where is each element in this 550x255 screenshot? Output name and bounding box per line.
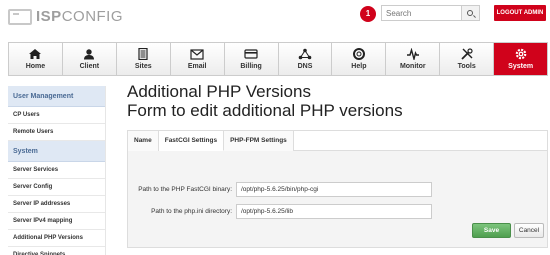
logo-text: ISPCONFIG [36, 8, 123, 25]
tools-icon [459, 48, 475, 60]
nav-label-help: Help [351, 63, 367, 70]
logo-icon [8, 8, 32, 25]
nav-label-monitor: Monitor [399, 63, 426, 70]
form-row-fastcgi-binary: Path to the PHP FastCGI binary: /opt/php… [128, 181, 547, 197]
nav-label-client: Client [79, 63, 100, 70]
gear-icon [513, 48, 529, 60]
user-icon [81, 48, 97, 60]
billing-icon [243, 48, 259, 60]
nav-label-sites: Sites [134, 63, 152, 70]
fastcgi-binary-field[interactable]: /opt/php-5.6.25/bin/php-cgi [236, 181, 432, 197]
nav-label-home: Home [25, 63, 46, 70]
sidebar-item-server-ip-addresses[interactable]: Server IP addresses [8, 196, 105, 213]
nav-item-email[interactable]: Email [170, 43, 225, 75]
logout-button[interactable]: LOGOUT ADMIN [494, 5, 546, 21]
nav-item-monitor[interactable]: Monitor [386, 43, 441, 75]
nav-item-home[interactable]: Home [9, 43, 63, 75]
notification-badge[interactable]: 1 [360, 6, 376, 22]
monitor-icon [405, 48, 421, 60]
email-icon [189, 48, 205, 60]
save-button[interactable]: Save [472, 223, 511, 238]
sidebar-heading-user-management: User Management [8, 86, 105, 107]
search-input[interactable] [381, 5, 462, 21]
cancel-button[interactable]: Cancel [514, 223, 544, 238]
main-nav: Home Client Sites Email Billing DNS Help… [8, 42, 548, 76]
sidebar-item-cp-users[interactable]: CP Users [8, 107, 105, 124]
nav-item-help[interactable]: Help [332, 43, 387, 75]
nav-item-tools[interactable]: Tools [440, 43, 495, 75]
search-icon [467, 10, 473, 16]
dns-icon [297, 48, 313, 60]
logo-text-bold: ISP [36, 8, 62, 25]
nav-label-dns: DNS [297, 63, 313, 70]
home-icon [27, 48, 43, 60]
nav-label-system: System [508, 63, 534, 70]
sidebar: User Management CP Users Remote Users Sy… [8, 86, 106, 255]
phpini-directory-label: Path to the php.ini directory: [151, 207, 232, 215]
page-subtitle: Form to edit additional PHP versions [127, 101, 403, 120]
tab-php-fpm-settings[interactable]: PHP-FPM Settings [224, 131, 294, 151]
phpini-directory-field[interactable]: /opt/php-5.6.25/lib [236, 203, 432, 219]
nav-label-billing: Billing [240, 63, 262, 70]
logo-text-thin: CONFIG [61, 8, 124, 25]
sidebar-item-server-config[interactable]: Server Config [8, 179, 105, 196]
tab-name[interactable]: Name [128, 131, 159, 151]
nav-item-billing[interactable]: Billing [224, 43, 279, 75]
nav-label-tools: Tools [457, 63, 476, 70]
fastcgi-binary-label: Path to the PHP FastCGI binary: [138, 185, 232, 193]
form-row-phpini-directory: Path to the php.ini directory: /opt/php-… [128, 203, 547, 219]
top-header: ISPCONFIG 1 LOGOUT ADMIN [0, 0, 550, 36]
search-button[interactable] [462, 5, 480, 21]
tab-fastcgi-settings[interactable]: FastCGI Settings [158, 131, 225, 151]
sidebar-item-server-services[interactable]: Server Services [8, 162, 105, 179]
nav-item-dns[interactable]: DNS [278, 43, 333, 75]
sidebar-item-directive-snippets[interactable]: Directive Snippets [8, 247, 105, 255]
nav-item-system[interactable]: System [494, 43, 548, 75]
page-title: Additional PHP Versions [127, 82, 311, 101]
form-panel: Name FastCGI Settings PHP-FPM Settings P… [127, 130, 548, 248]
sidebar-item-remote-users[interactable]: Remote Users [8, 124, 105, 141]
sidebar-item-additional-php-versions[interactable]: Additional PHP Versions [8, 230, 105, 247]
nav-label-email: Email [187, 63, 207, 70]
sidebar-heading-system: System [8, 141, 105, 162]
form-tabs: Name FastCGI Settings PHP-FPM Settings [128, 131, 547, 151]
sidebar-item-server-ipv4-mapping[interactable]: Server IPv4 mapping [8, 213, 105, 230]
nav-item-client[interactable]: Client [62, 43, 117, 75]
sites-icon [135, 48, 151, 60]
help-icon [351, 48, 367, 60]
ispconfig-logo[interactable]: ISPCONFIG [8, 8, 123, 25]
nav-item-sites[interactable]: Sites [116, 43, 171, 75]
